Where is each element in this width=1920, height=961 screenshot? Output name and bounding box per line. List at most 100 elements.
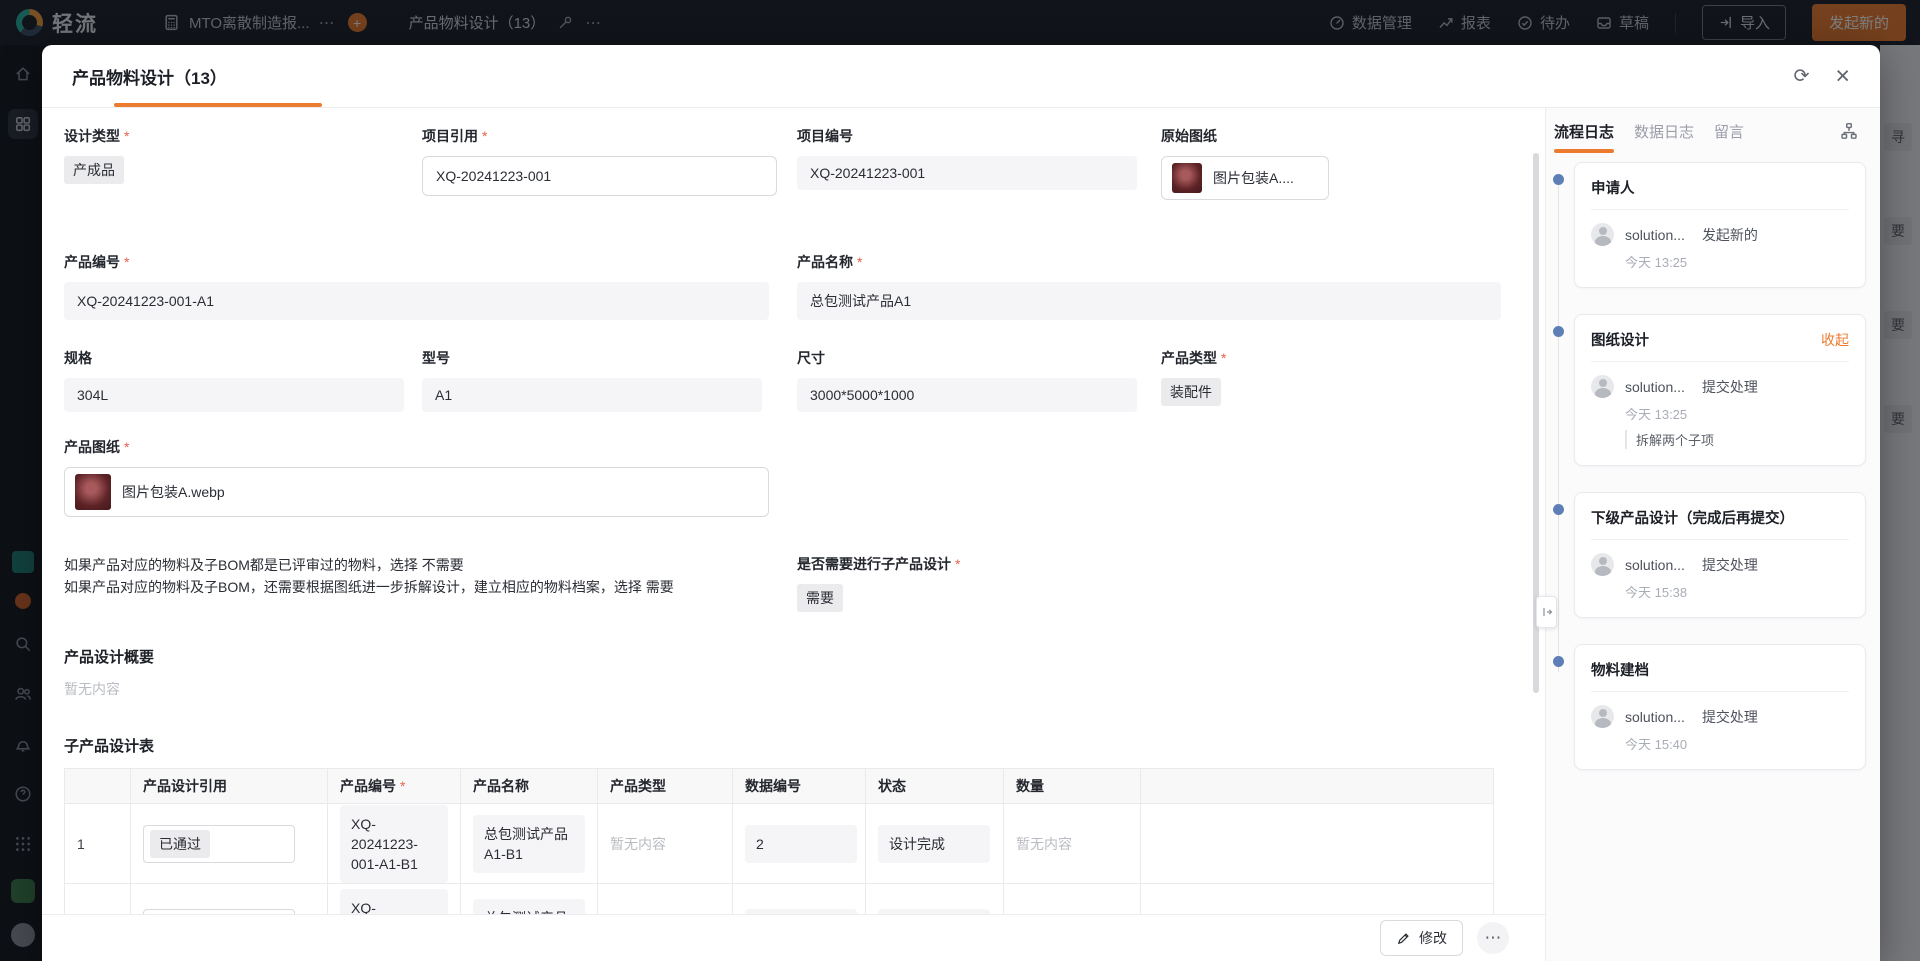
more-actions-button[interactable] [1477, 922, 1509, 954]
card-title: 物料建档 [1591, 659, 1649, 680]
cell-product-type: 暂无内容 [610, 836, 666, 852]
field-product-no: 产品编号 XQ-20241223-001-A1 [64, 252, 797, 320]
sub-product-table: 产品设计引用 产品编号 产品名称 产品类型 数据编号 状态 数量 1 已通过 X… [64, 768, 1494, 914]
field-label: 产品编号 [64, 252, 797, 272]
size-value: 3000*5000*1000 [797, 378, 1137, 412]
cell-data-no: 2 [745, 825, 857, 863]
timeline-item: 图纸设计 收起 solution... 提交处理 今天 13:25 拆解两个子项 [1574, 314, 1866, 466]
flow-chart-icon[interactable] [1840, 122, 1858, 145]
summary-empty-value: 暂无内容 [64, 681, 120, 697]
col-qty: 数量 [1004, 769, 1141, 804]
card-title: 申请人 [1591, 177, 1635, 198]
card-title: 下级产品设计（完成后再提交） [1591, 507, 1794, 528]
field-label: 型号 [422, 348, 797, 368]
field-label: 设计类型 [64, 126, 422, 146]
cell-product-no: XQ-20241223-001-A1-B1 [340, 805, 448, 883]
timestamp: 今天 15:38 [1625, 582, 1849, 601]
close-icon[interactable] [1835, 64, 1850, 89]
field-design-summary: 产品设计概要 暂无内容 [64, 646, 1515, 699]
panel-collapse-handle[interactable] [1536, 596, 1557, 628]
file-name: 图片包装A.... [1213, 168, 1294, 188]
field-spec: 规格 304L [64, 348, 422, 412]
cell-extra [1141, 804, 1494, 884]
log-card-sub-product-design: 下级产品设计（完成后再提交） solution... 提交处理 今天 15:38 [1574, 492, 1866, 618]
spec-value: 304L [64, 378, 404, 412]
product-no-value: XQ-20241223-001-A1 [64, 282, 769, 320]
field-label: 产品名称 [797, 252, 1515, 272]
field-label: 是否需要进行子产品设计 [797, 554, 1515, 574]
card-title: 图纸设计 [1591, 329, 1649, 350]
modal-footer: 修改 [42, 914, 1545, 961]
avatar [1591, 705, 1614, 728]
cell-product-name: 总包测试产品A1B2 [473, 899, 585, 915]
active-tab-indicator [114, 103, 322, 107]
tab-data-log[interactable]: 数据日志 [1634, 118, 1694, 142]
user-name[interactable]: solution... [1625, 227, 1685, 243]
original-drawing-file[interactable]: 图片包装A.... [1161, 156, 1329, 200]
timestamp: 今天 15:40 [1625, 734, 1849, 753]
table-header-row: 产品设计引用 产品编号 产品名称 产品类型 数据编号 状态 数量 [65, 769, 1494, 804]
col-product-no: 产品编号 [328, 769, 461, 804]
avatar [1591, 553, 1614, 576]
collapse-link[interactable]: 收起 [1821, 330, 1849, 350]
sub-table-title: 子产品设计表 [64, 735, 1515, 756]
field-project-no: 项目编号 XQ-20241223-001 [797, 126, 1161, 200]
section-title: 产品设计概要 [64, 646, 1515, 667]
field-label: 规格 [64, 348, 422, 368]
col-product-name: 产品名称 [461, 769, 598, 804]
field-label: 产品图纸 [64, 437, 1515, 457]
log-card-applicant: 申请人 solution... 发起新的 今天 13:25 [1574, 162, 1866, 288]
expand-panel-icon [1541, 606, 1553, 618]
file-name: 图片包装A.webp [122, 482, 225, 502]
field-project-ref: 项目引用 XQ-20241223-001 [422, 126, 797, 200]
tab-process-log[interactable]: 流程日志 [1554, 118, 1614, 153]
timeline-item: 下级产品设计（完成后再提交） solution... 提交处理 今天 15:38 [1574, 492, 1866, 618]
row-index: 1 [65, 804, 131, 884]
col-index [65, 769, 131, 804]
timestamp: 今天 13:25 [1625, 404, 1849, 423]
note-line: 如果产品对应的物料及子BOM都是已评审过的物料，选择 不需要 [64, 554, 797, 576]
project-ref-input[interactable]: XQ-20241223-001 [422, 156, 777, 196]
modal-header: 产品物料设计（13） [42, 45, 1880, 108]
table-row: 2 已通过 XQ-20241223-001-A1-B2 总包测试产品A1B2 采… [65, 884, 1494, 915]
cell-product-no: XQ-20241223-001-A1-B2 [340, 889, 448, 915]
cell-qty: 暂无内容 [1016, 836, 1072, 852]
cell-extra [1141, 884, 1494, 915]
user-name[interactable]: solution... [1625, 379, 1685, 395]
user-name[interactable]: solution... [1625, 557, 1685, 573]
pencil-icon [1396, 931, 1411, 946]
avatar [1591, 223, 1614, 246]
log-panel: 流程日志 数据日志 留言 申请人 solution... [1545, 108, 1880, 961]
design-ref-input[interactable]: 已通过 [143, 825, 295, 863]
cell-status: 设计完成 [878, 825, 990, 863]
refresh-icon[interactable] [1793, 65, 1809, 88]
user-action: 提交处理 [1702, 555, 1758, 575]
field-label: 原始图纸 [1161, 126, 1515, 146]
log-card-material-archive: 物料建档 solution... 提交处理 今天 15:40 [1574, 644, 1866, 770]
col-extra [1141, 769, 1494, 804]
form-scroll-area[interactable]: 设计类型 产成品 项目引用 XQ-20241223-001 项目编号 XQ-20… [42, 108, 1545, 914]
user-action: 提交处理 [1702, 377, 1758, 397]
edit-button[interactable]: 修改 [1380, 920, 1463, 956]
field-product-type: 产品类型 装配件 [1161, 348, 1515, 412]
design-type-value-tag: 产成品 [64, 156, 124, 184]
file-thumbnail [75, 474, 111, 510]
log-panel-tabs: 流程日志 数据日志 留言 [1554, 118, 1880, 152]
row-index: 2 [65, 884, 131, 915]
timeline-item: 申请人 solution... 发起新的 今天 13:25 [1574, 162, 1866, 288]
col-status: 状态 [866, 769, 1004, 804]
user-name[interactable]: solution... [1625, 709, 1685, 725]
product-drawing-file[interactable]: 图片包装A.webp [64, 467, 769, 517]
design-ref-tag: 已通过 [150, 830, 210, 858]
field-label: 尺寸 [797, 348, 1161, 368]
tab-comments[interactable]: 留言 [1714, 118, 1744, 142]
form-column: 设计类型 产成品 项目引用 XQ-20241223-001 项目编号 XQ-20… [42, 108, 1545, 961]
product-type-value-tag: 装配件 [1161, 378, 1221, 406]
field-size: 尺寸 3000*5000*1000 [797, 348, 1161, 412]
sub-design-note: 如果产品对应的物料及子BOM都是已评审过的物料，选择 不需要 如果产品对应的物料… [64, 554, 797, 612]
table-row: 1 已通过 XQ-20241223-001-A1-B1 总包测试产品A1-B1 … [65, 804, 1494, 884]
col-data-no: 数据编号 [733, 769, 866, 804]
modal-title: 产品物料设计（13） [72, 64, 227, 89]
product-name-value: 总包测试产品A1 [797, 282, 1501, 320]
file-thumbnail [1172, 163, 1202, 193]
